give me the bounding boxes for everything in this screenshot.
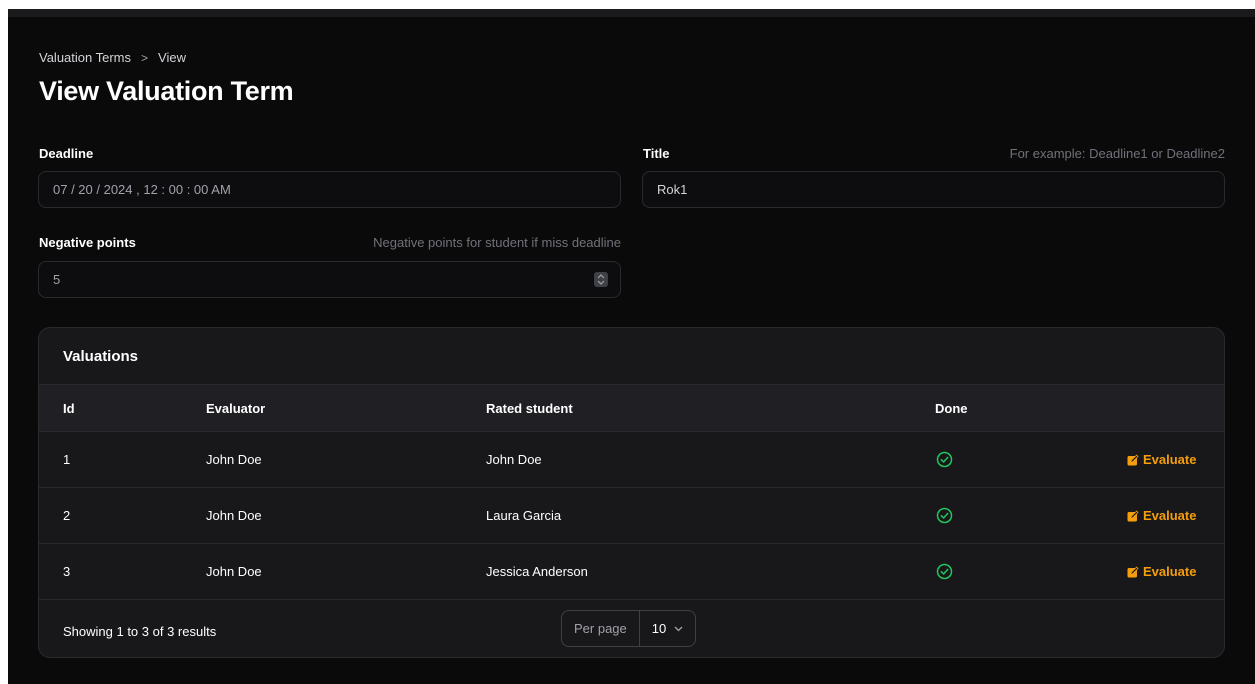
evaluate-button[interactable]: Evaluate <box>1127 508 1196 523</box>
check-circle-icon <box>936 563 953 580</box>
column-id[interactable]: Id <box>63 401 75 416</box>
evaluate-label: Evaluate <box>1143 452 1197 467</box>
cell-evaluator: John Doe <box>206 452 262 467</box>
negative-points-label: Negative points <box>39 235 136 250</box>
breadcrumb-current: View <box>158 50 186 65</box>
per-page-value: 10 <box>651 621 667 636</box>
title-value: Rok1 <box>657 182 688 197</box>
evaluate-label: Evaluate <box>1143 564 1197 579</box>
cell-evaluator: John Doe <box>206 564 262 579</box>
valuations-title: Valuations <box>63 348 139 365</box>
cell-id: 1 <box>63 452 71 467</box>
cell-id: 3 <box>63 564 71 579</box>
breadcrumb-parent-link[interactable]: Valuation Terms <box>39 50 131 65</box>
column-evaluator[interactable]: Evaluator <box>206 401 265 416</box>
chevron-down-icon <box>674 626 683 631</box>
title-hint: For example: Deadline1 or Deadline2 <box>1009 146 1225 161</box>
deadline-input[interactable]: 07 / 20 / 2024 , 12 : 00 : 00 AM <box>38 171 621 208</box>
evaluate-button[interactable]: Evaluate <box>1127 452 1196 467</box>
per-page-value-wrap[interactable]: 10 <box>640 621 695 636</box>
negative-points-input[interactable]: 5 <box>38 261 621 298</box>
breadcrumb: Valuation Terms > View <box>39 50 186 65</box>
evaluate-button[interactable]: Evaluate <box>1127 564 1196 579</box>
title-input[interactable]: Rok1 <box>642 171 1225 208</box>
page-title: View Valuation Term <box>39 76 294 106</box>
column-rated-student[interactable]: Rated student <box>486 401 573 416</box>
deadline-label: Deadline <box>39 146 94 161</box>
title-label: Title <box>643 146 670 161</box>
table-row: 1 John Doe John Doe Evaluate <box>39 432 1224 488</box>
edit-square-icon <box>1127 566 1139 577</box>
per-page-label: Per page <box>562 611 640 646</box>
up-down-icon[interactable] <box>594 272 608 287</box>
edit-square-icon <box>1127 510 1139 521</box>
cell-rated-student: Laura Garcia <box>486 508 562 523</box>
table-row: 3 John Doe Jessica Anderson Evaluate <box>39 544 1224 600</box>
column-done[interactable]: Done <box>935 401 968 416</box>
cell-id: 2 <box>63 508 71 523</box>
check-circle-icon <box>936 507 953 524</box>
breadcrumb-separator: > <box>141 50 149 65</box>
valuations-card: Valuations Id Evaluator Rated student Do… <box>38 327 1225 658</box>
top-bar <box>8 9 1255 17</box>
per-page-select[interactable]: Per page 10 <box>561 610 697 647</box>
pagination-summary: Showing 1 to 3 of 3 results <box>63 624 217 639</box>
check-circle-icon <box>936 451 953 468</box>
cell-rated-student: John Doe <box>486 452 542 467</box>
evaluate-label: Evaluate <box>1143 508 1197 523</box>
cell-rated-student: Jessica Anderson <box>486 564 588 579</box>
table-header: Id Evaluator Rated student Done <box>39 384 1224 432</box>
table-row: 2 John Doe Laura Garcia Evaluate <box>39 488 1224 544</box>
edit-square-icon <box>1127 454 1139 465</box>
negative-points-value: 5 <box>53 272 61 287</box>
app-frame: Valuation Terms > View View Valuation Te… <box>8 9 1255 684</box>
deadline-value: 07 / 20 / 2024 , 12 : 00 : 00 AM <box>53 182 231 197</box>
cell-evaluator: John Doe <box>206 508 262 523</box>
negative-points-hint: Negative points for student if miss dead… <box>373 235 621 250</box>
